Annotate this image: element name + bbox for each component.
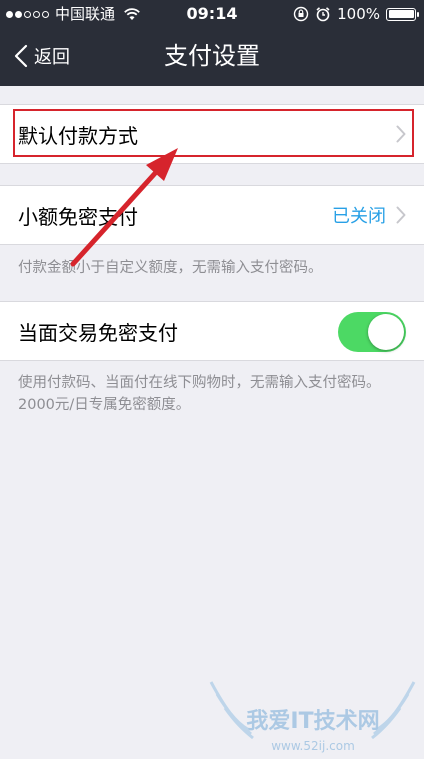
svg-text:www.52ij.com: www.52ij.com: [271, 739, 355, 753]
toggle-knob: [368, 314, 404, 350]
lock-rotation-icon: [293, 6, 309, 22]
settings-group-small-amount: 小额免密支付 已关闭: [0, 185, 424, 245]
face-to-face-toggle[interactable]: [338, 312, 406, 352]
status-bar: 中国联通 09:14 100%: [0, 0, 424, 28]
face-to-face-row: 当面交易免密支付: [0, 302, 424, 360]
battery-icon: [386, 7, 419, 21]
default-payment-row[interactable]: 默认付款方式: [0, 105, 424, 163]
small-amount-hint: 付款金额小于自定义额度，无需输入支付密码。: [18, 260, 323, 276]
battery-percent: 100%: [337, 5, 380, 23]
settings-group-face-to-face: 当面交易免密支付: [0, 301, 424, 361]
settings-group-default-payment: 默认付款方式: [0, 104, 424, 164]
default-payment-label: 默认付款方式: [18, 123, 138, 148]
navigation-bar: 返回 支付设置: [0, 28, 424, 86]
face-to-face-label: 当面交易免密支付: [18, 320, 178, 345]
chevron-right-icon: [396, 125, 406, 143]
alarm-icon: [316, 7, 330, 22]
status-right: 100%: [293, 0, 419, 28]
face-to-face-hint: 使用付款码、当面付在线下购物时，无需输入支付密码。2000元/日专属免密额度。: [18, 375, 381, 413]
svg-text:我爱IT技术网: 我爱IT技术网: [246, 709, 379, 734]
small-amount-label: 小额免密支付: [18, 204, 138, 229]
page-title: 支付设置: [164, 42, 260, 70]
small-amount-row[interactable]: 小额免密支付 已关闭: [0, 186, 424, 244]
watermark-logo: 我爱IT技术网 www.52ij.com: [209, 681, 416, 753]
chevron-right-icon: [396, 206, 406, 224]
small-amount-status: 已关闭: [332, 206, 386, 227]
header: 中国联通 09:14 100% 返回 支付设置: [0, 0, 424, 86]
